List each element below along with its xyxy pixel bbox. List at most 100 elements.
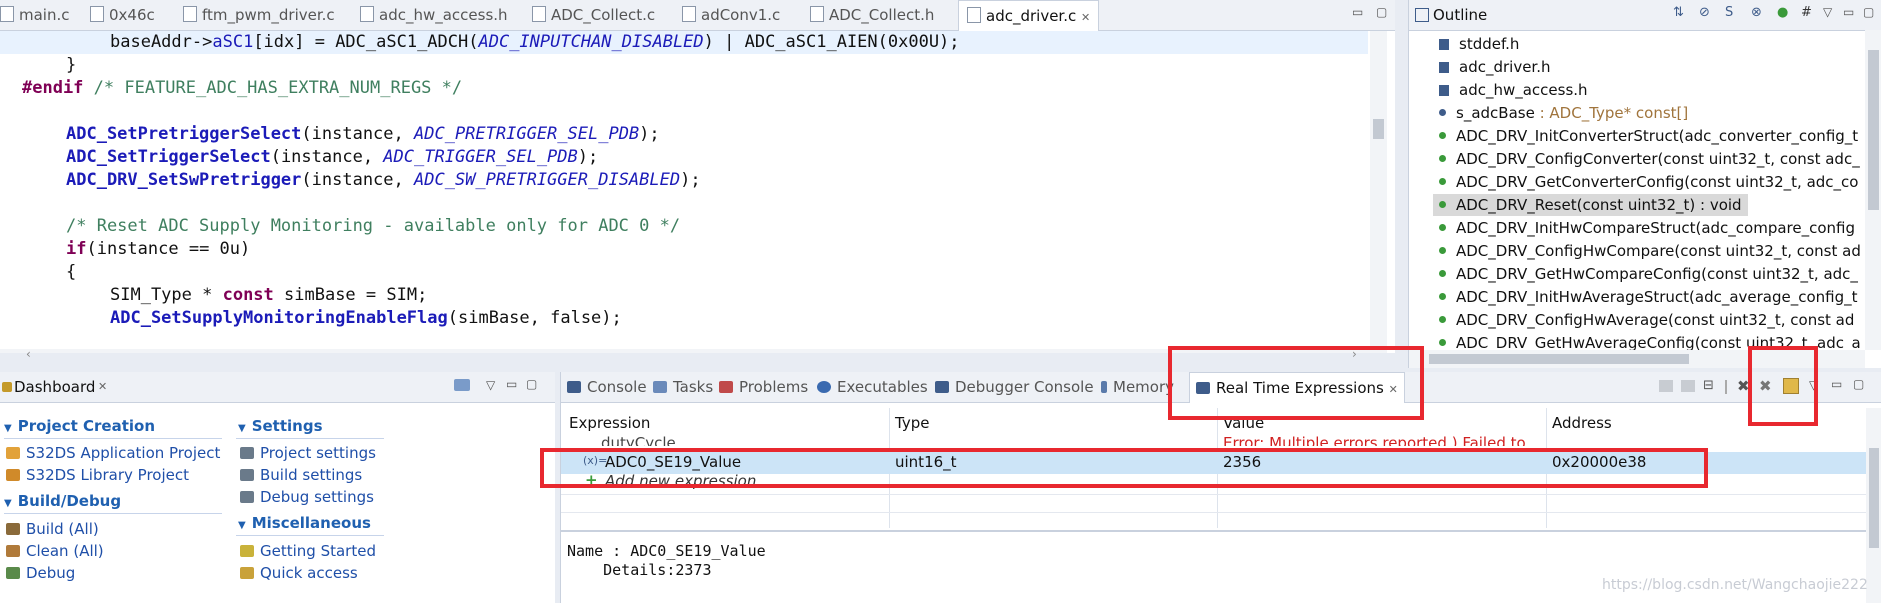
- column-header-expression[interactable]: Expression: [569, 414, 650, 432]
- outline-item-function[interactable]: ADC_DRV_InitHwCompareStruct(adc_compare_…: [1439, 217, 1855, 239]
- tab-adconv1-c[interactable]: adConv1.c: [682, 0, 780, 30]
- outline-item-function[interactable]: ADC_DRV_ConfigHwAverage(const uint32_t, …: [1439, 309, 1854, 331]
- toolbar-icon[interactable]: [1725, 380, 1727, 394]
- code-line: ADC_SetTriggerSelect(instance, ADC_TRIGG…: [66, 147, 599, 167]
- outline-title[interactable]: Outline: [1433, 6, 1487, 24]
- lib-project-link[interactable]: S32DS Library Project: [6, 466, 189, 484]
- outline-item-function[interactable]: ADC_DRV_ConfigConverter(const uint32_t, …: [1439, 148, 1860, 170]
- close-icon[interactable]: ✕: [98, 380, 107, 393]
- c-file-icon: [682, 6, 696, 22]
- minimize-icon[interactable]: ▭: [1831, 377, 1842, 391]
- maximize-icon[interactable]: ▢: [1863, 5, 1874, 19]
- column-header-address[interactable]: Address: [1552, 414, 1612, 432]
- code-line: }: [66, 55, 77, 75]
- tab-debugger-console[interactable]: Debugger Console: [935, 372, 1094, 402]
- outline-item-include[interactable]: adc_driver.h: [1439, 56, 1551, 78]
- tab-main-c[interactable]: main.c: [0, 0, 70, 30]
- editor-horizontal-scrollbar[interactable]: [0, 349, 1370, 353]
- view-menu-icon[interactable]: ▽: [486, 378, 495, 392]
- scrollbar-thumb[interactable]: [1429, 354, 1689, 364]
- close-tab-icon[interactable]: ✕: [1081, 11, 1090, 24]
- collapse-all-icon[interactable]: ⊟: [1703, 378, 1714, 393]
- project-settings-link[interactable]: Project settings: [240, 444, 376, 462]
- outline-item-include[interactable]: stddef.h: [1439, 33, 1519, 55]
- partial-row-value[interactable]: Error: Multiple errors reported.) Failed…: [1223, 434, 1526, 446]
- dashboard-icon: [2, 382, 12, 392]
- c-file-icon: [183, 6, 197, 22]
- tab-adc-driver-c[interactable]: adc_driver.c ✕: [958, 0, 1100, 31]
- debug-settings-link[interactable]: Debug settings: [240, 488, 374, 506]
- scrollbar-thumb[interactable]: [1869, 448, 1879, 548]
- clean-link[interactable]: Clean (All): [6, 542, 104, 560]
- editor-vertical-scrollbar[interactable]: [1370, 31, 1387, 353]
- toolbar-icon[interactable]: [1681, 380, 1695, 392]
- minimize-icon[interactable]: ▭: [1843, 5, 1854, 19]
- gear-icon: [240, 447, 254, 459]
- debug-link[interactable]: Debug: [6, 564, 75, 582]
- tab-tasks[interactable]: Tasks: [653, 372, 713, 402]
- details-divider[interactable]: [561, 530, 1866, 532]
- outline-vertical-scrollbar[interactable]: [1865, 30, 1881, 350]
- sort-icon[interactable]: ⇅: [1673, 5, 1684, 20]
- build-settings-link[interactable]: Build settings: [240, 466, 362, 484]
- maximize-icon[interactable]: ▢: [1376, 5, 1387, 19]
- view-menu-icon[interactable]: ▽: [1823, 5, 1832, 19]
- hide-nonpublic-icon[interactable]: ⊗: [1751, 5, 1762, 20]
- section-settings[interactable]: Settings: [238, 417, 323, 435]
- outline-item-variable[interactable]: s_adcBase : ADC_Type* const[]: [1439, 102, 1688, 124]
- key-icon: [240, 567, 254, 579]
- bug-icon: [6, 567, 20, 579]
- app-project-link[interactable]: S32DS Application Project: [6, 444, 220, 462]
- hide-fields-icon[interactable]: ⊘: [1699, 5, 1710, 20]
- table-vertical-scrollbar[interactable]: [1866, 408, 1881, 603]
- tab-problems[interactable]: Problems: [719, 372, 808, 402]
- tab-adc-hw-access-h[interactable]: adc_hw_access.h: [360, 0, 508, 30]
- function-icon: [1439, 247, 1446, 254]
- getting-started-link[interactable]: Getting Started: [240, 542, 376, 560]
- outline-item-function[interactable]: ADC_DRV_InitHwAverageStruct(adc_average_…: [1439, 286, 1858, 308]
- build-link[interactable]: Build (All): [6, 520, 99, 538]
- scrollbar-thumb[interactable]: [1373, 119, 1384, 139]
- c-file-icon: [532, 6, 546, 22]
- tab-adc-collect-c[interactable]: ADC_Collect.c: [532, 0, 655, 30]
- code-line: if(instance == 0u): [66, 239, 251, 259]
- column-header-type[interactable]: Type: [895, 414, 929, 432]
- minimize-icon[interactable]: ▭: [1352, 5, 1363, 19]
- outline-item-function[interactable]: ADC_DRV_InitConverterStruct(adc_converte…: [1439, 125, 1858, 147]
- hash-icon[interactable]: #: [1801, 5, 1812, 20]
- tab-adc-collect-h[interactable]: ADC_Collect.h: [810, 0, 934, 30]
- section-project-creation[interactable]: Project Creation: [4, 417, 155, 435]
- tab-executables[interactable]: Executables: [817, 372, 928, 402]
- toolbar-icon[interactable]: [1659, 380, 1673, 392]
- dashboard-tool-icon[interactable]: [454, 379, 470, 391]
- partial-row-expression[interactable]: dutyCycle: [601, 434, 676, 446]
- outline-icon: [1415, 8, 1429, 22]
- console-icon: [567, 381, 581, 393]
- rocket-icon: [240, 545, 254, 557]
- scroll-left-arrow[interactable]: ‹: [26, 347, 31, 361]
- scrollbar-thumb[interactable]: [1868, 50, 1879, 210]
- code-line: {: [66, 262, 77, 282]
- editor-tab-strip: main.c 0x46c ftm_pwm_driver.c adc_hw_acc…: [0, 0, 1395, 31]
- minimize-icon[interactable]: ▭: [506, 377, 517, 391]
- quick-access-link[interactable]: Quick access: [240, 564, 358, 582]
- tab-0x46c[interactable]: 0x46c: [90, 0, 155, 30]
- outline-item-include[interactable]: adc_hw_access.h: [1439, 79, 1588, 101]
- maximize-icon[interactable]: ▢: [526, 377, 537, 391]
- outline-item-function-selected[interactable]: ADC_DRV_Reset(const uint32_t) : void: [1433, 194, 1748, 216]
- public-member-icon[interactable]: ●: [1777, 5, 1788, 20]
- maximize-icon[interactable]: ▢: [1853, 377, 1864, 391]
- outline-item-function[interactable]: ADC_DRV_GetHwCompareConfig(const uint32_…: [1439, 263, 1858, 285]
- code-editor[interactable]: baseAddr->aSC1[idx] = ADC_aSC1_ADCH(ADC_…: [0, 31, 1395, 353]
- tab-console[interactable]: Console: [567, 372, 647, 402]
- dashboard-title[interactable]: Dashboard: [14, 378, 95, 396]
- section-miscellaneous[interactable]: Miscellaneous: [238, 514, 371, 532]
- h-file-icon: [360, 6, 374, 22]
- outline-item-function[interactable]: ADC_DRV_GetConverterConfig(const uint32_…: [1439, 171, 1858, 193]
- outline-item-function[interactable]: ADC_DRV_ConfigHwCompare(const uint32_t, …: [1439, 240, 1861, 262]
- tab-memory[interactable]: Memory: [1101, 372, 1174, 402]
- section-build-debug[interactable]: Build/Debug: [4, 492, 121, 510]
- tab-ftm-pwm-driver-c[interactable]: ftm_pwm_driver.c: [183, 0, 335, 30]
- section-divider: [236, 438, 384, 439]
- hide-static-icon[interactable]: S: [1725, 5, 1733, 20]
